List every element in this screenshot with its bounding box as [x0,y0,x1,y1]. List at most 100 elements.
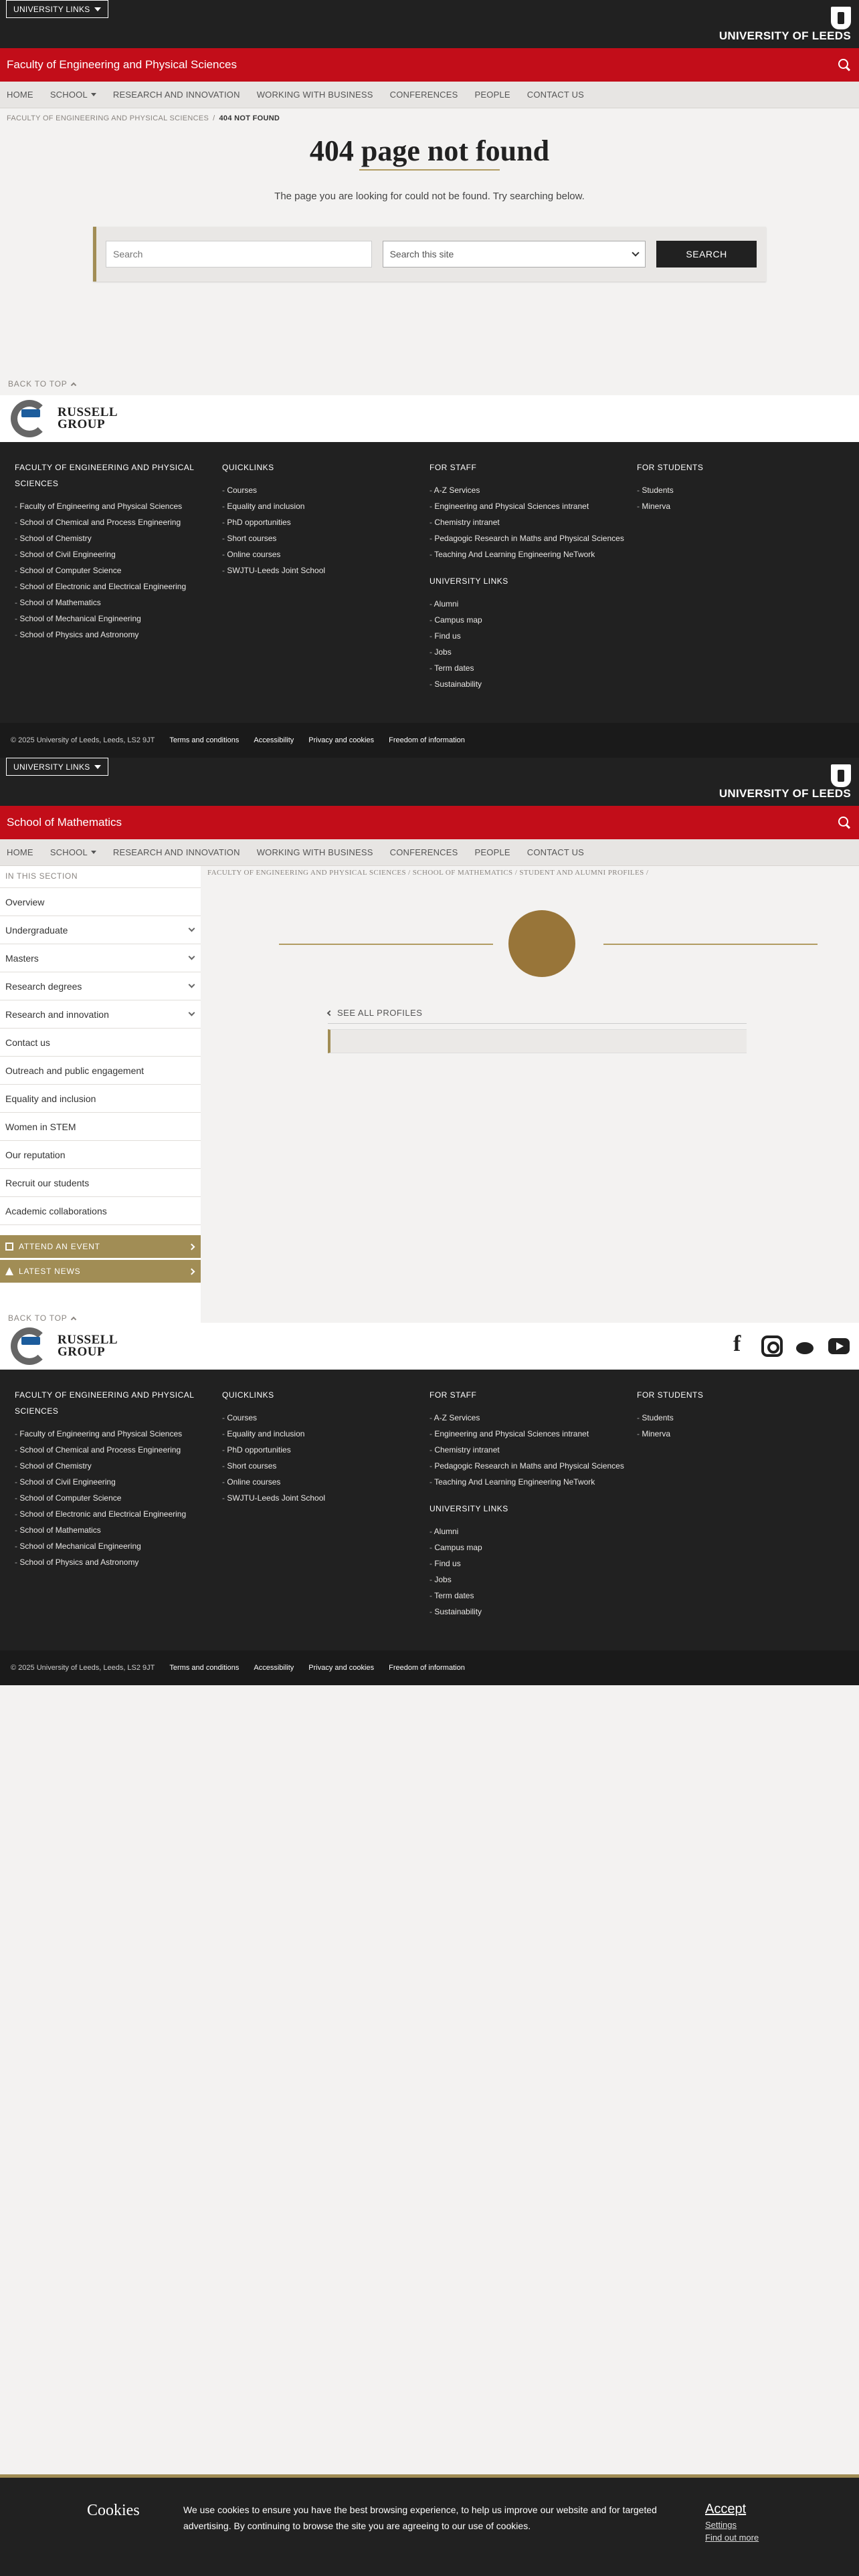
footer-link[interactable]: Short courses [222,530,430,546]
footer-link[interactable]: Alumni [430,1523,637,1539]
footer-link[interactable]: Courses [222,1410,430,1426]
footer-link[interactable]: Students [637,1410,844,1426]
footer-link[interactable]: Faculty of Engineering and Physical Scie… [15,1426,222,1442]
nav-school[interactable]: SCHOOL [50,90,96,100]
footer-link[interactable]: School of Chemistry [15,530,222,546]
nav-contact[interactable]: CONTACT US [527,90,584,100]
footer-link[interactable]: SWJTU-Leeds Joint School [222,562,430,578]
breadcrumb-school[interactable]: SCHOOL OF MATHEMATICS [413,869,513,877]
footer-link[interactable]: School of Physics and Astronomy [15,627,222,643]
footer-link[interactable]: School of Electronic and Electrical Engi… [15,1506,222,1522]
nav-people[interactable]: PEOPLE [475,847,510,857]
find-out-more-link[interactable]: Find out more [705,2533,759,2543]
breadcrumb-profiles[interactable]: STUDENT AND ALUMNI PROFILES [519,869,644,877]
chevron-down-icon[interactable] [188,953,195,960]
russell-group-logo[interactable]: RUSSELL GROUP [58,406,118,431]
back-to-top-link[interactable]: BACK TO TOP [0,379,859,389]
search-icon[interactable] [838,58,851,72]
footer-link[interactable]: Courses [222,482,430,498]
footer-link[interactable]: School of Chemical and Process Engineeri… [15,514,222,530]
nav-research[interactable]: RESEARCH AND INNOVATION [113,847,240,857]
sidebar-item-women-stem[interactable]: Women in STEM [0,1113,201,1141]
footer-link[interactable]: Find us [430,628,637,644]
chevron-down-icon[interactable] [188,925,195,932]
nav-conferences[interactable]: CONFERENCES [390,90,458,100]
footer-link[interactable]: Term dates [430,1588,637,1604]
athena-swan-logo[interactable] [11,1327,48,1365]
latest-news-button[interactable]: LATEST NEWS [0,1260,201,1283]
sidebar-item-contact[interactable]: Contact us [0,1029,201,1057]
breadcrumb-faculty[interactable]: FACULTY OF ENGINEERING AND PHYSICAL SCIE… [7,114,209,122]
footer-link[interactable]: Minerva [637,498,844,514]
youtube-icon[interactable] [828,1338,850,1354]
legal-link[interactable]: Accessibility [254,736,294,744]
footer-link[interactable]: Campus map [430,1539,637,1555]
footer-link[interactable]: School of Chemical and Process Engineeri… [15,1442,222,1458]
nav-business[interactable]: WORKING WITH BUSINESS [257,90,373,100]
footer-link[interactable]: Sustainability [430,1604,637,1620]
search-input[interactable] [106,241,372,267]
nav-contact[interactable]: CONTACT US [527,847,584,857]
footer-link[interactable]: School of Mathematics [15,1522,222,1538]
instagram-icon[interactable] [761,1335,783,1357]
weibo-icon[interactable] [795,1335,816,1357]
breadcrumb-faculty[interactable]: FACULTY OF ENGINEERING AND PHYSICAL SCIE… [207,869,406,877]
sidebar-item-research-innovation[interactable]: Research and innovation [0,1000,201,1029]
footer-link[interactable]: School of Electronic and Electrical Engi… [15,578,222,595]
footer-link[interactable]: Term dates [430,660,637,676]
footer-link[interactable]: Alumni [430,596,637,612]
legal-link[interactable]: Privacy and cookies [308,736,374,744]
nav-research[interactable]: RESEARCH AND INNOVATION [113,90,240,100]
sidebar-item-collaborations[interactable]: Academic collaborations [0,1197,201,1225]
legal-link[interactable]: Terms and conditions [169,1664,239,1672]
footer-link[interactable]: Equality and inclusion [222,498,430,514]
athena-swan-logo[interactable] [11,400,48,437]
chevron-down-icon[interactable] [188,1009,195,1016]
footer-link[interactable]: School of Mechanical Engineering [15,1538,222,1554]
footer-link[interactable]: School of Mechanical Engineering [15,611,222,627]
search-button[interactable]: SEARCH [656,241,757,267]
footer-link[interactable]: A-Z Services [430,482,637,498]
nav-people[interactable]: PEOPLE [475,90,510,100]
footer-link[interactable]: Faculty of Engineering and Physical Scie… [15,498,222,514]
footer-link[interactable]: PhD opportunities [222,1442,430,1458]
see-all-profiles-link[interactable]: SEE ALL PROFILES [326,1008,852,1018]
footer-link[interactable]: Chemistry intranet [430,514,637,530]
nav-school[interactable]: SCHOOL [50,847,96,857]
legal-link[interactable]: Freedom of information [389,1664,465,1672]
footer-link[interactable]: School of Physics and Astronomy [15,1554,222,1570]
footer-link[interactable]: Find us [430,1555,637,1572]
footer-link[interactable]: School of Mathematics [15,595,222,611]
footer-link[interactable]: Short courses [222,1458,430,1474]
footer-link[interactable]: School of Computer Science [15,1490,222,1506]
sidebar-item-masters[interactable]: Masters [0,944,201,972]
sidebar-item-recruit[interactable]: Recruit our students [0,1169,201,1197]
sidebar-item-outreach[interactable]: Outreach and public engagement [0,1057,201,1085]
legal-link[interactable]: Freedom of information [389,736,465,744]
footer-link[interactable]: Engineering and Physical Sciences intran… [430,498,637,514]
cookie-settings-link[interactable]: Settings [705,2520,759,2530]
legal-link[interactable]: Terms and conditions [169,736,239,744]
legal-link[interactable]: Accessibility [254,1664,294,1672]
university-logo-text[interactable]: UNIVERSITY OF LEEDS [719,29,851,43]
footer-link[interactable]: Online courses [222,546,430,562]
footer-link[interactable]: Sustainability [430,676,637,692]
footer-link[interactable]: Equality and inclusion [222,1426,430,1442]
footer-link[interactable]: A-Z Services [430,1410,637,1426]
site-title[interactable]: Faculty of Engineering and Physical Scie… [7,58,237,72]
sidebar-item-equality[interactable]: Equality and inclusion [0,1085,201,1113]
legal-link[interactable]: Privacy and cookies [308,1664,374,1672]
university-logo-text[interactable]: UNIVERSITY OF LEEDS [719,787,851,800]
footer-link[interactable]: School of Chemistry [15,1458,222,1474]
footer-link[interactable]: Students [637,482,844,498]
sidebar-item-undergraduate[interactable]: Undergraduate [0,916,201,944]
footer-link[interactable]: Online courses [222,1474,430,1490]
search-scope-select[interactable]: Search this site [382,241,646,267]
nav-home[interactable]: HOME [7,90,33,100]
footer-link[interactable]: Jobs [430,1572,637,1588]
attend-event-button[interactable]: ATTEND AN EVENT [0,1235,201,1258]
footer-link[interactable]: Teaching And Learning Engineering NeTwor… [430,1474,637,1490]
sidebar-item-overview[interactable]: Overview [0,888,201,916]
back-to-top-link[interactable]: BACK TO TOP [0,1313,201,1323]
site-title[interactable]: School of Mathematics [7,816,122,829]
